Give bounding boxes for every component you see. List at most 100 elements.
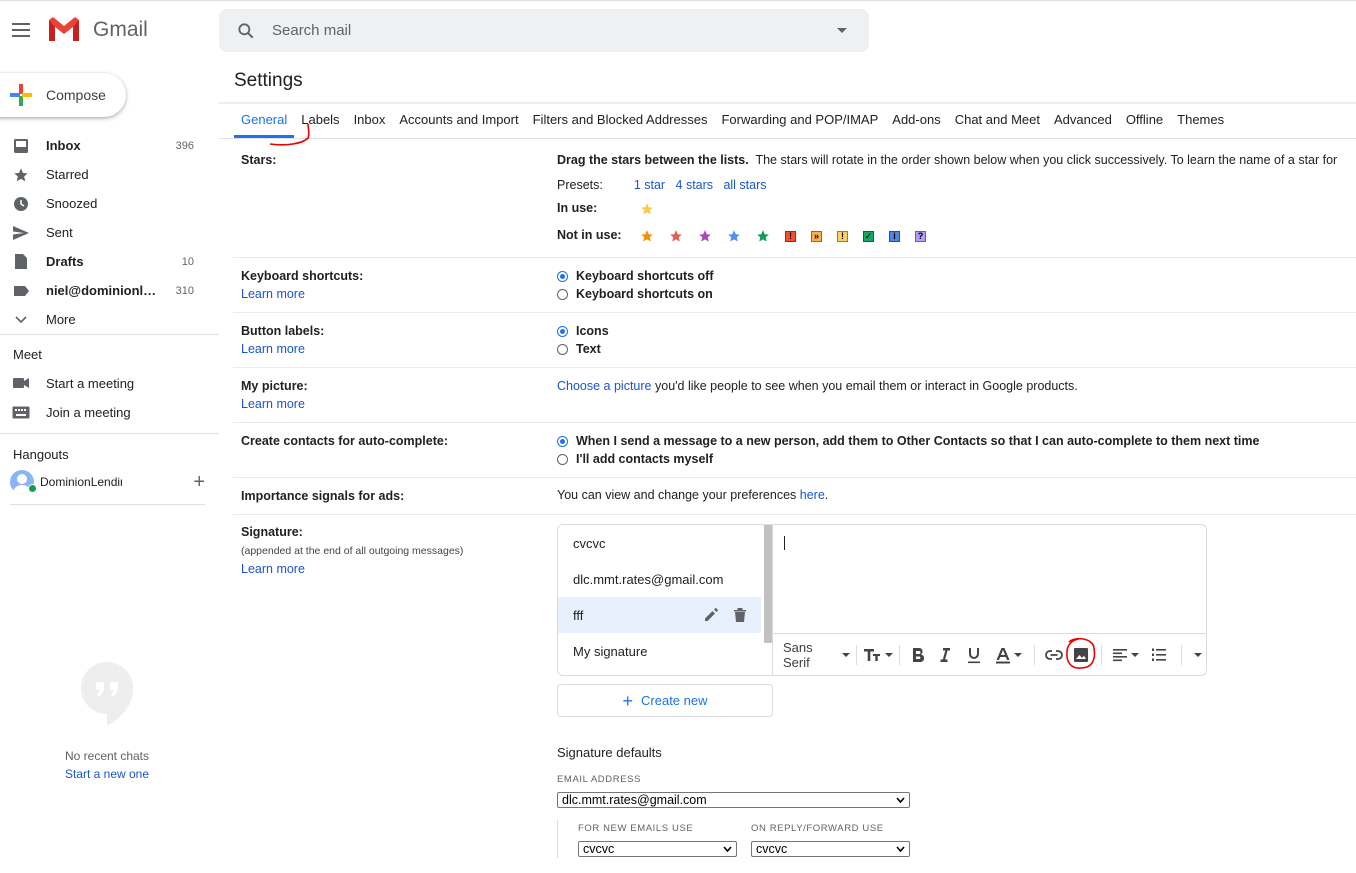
choose-picture-link[interactable]: Choose a picture xyxy=(557,379,652,393)
purple-question-icon[interactable]: ? xyxy=(915,230,926,242)
delete-trash-icon[interactable] xyxy=(733,607,747,623)
signature-item-selected[interactable]: fff xyxy=(558,597,761,633)
tab-offline[interactable]: Offline xyxy=(1119,104,1170,138)
my-picture-row: My picture: Learn more Choose a picture … xyxy=(233,368,1356,423)
sidebar-item-snoozed[interactable]: Snoozed xyxy=(0,189,219,218)
signature-item[interactable]: My signature xyxy=(558,633,761,669)
chat-bubble-icon xyxy=(81,662,133,726)
keyboard-shortcuts-off-radio[interactable]: Keyboard shortcuts off xyxy=(557,267,714,285)
app-name: Gmail xyxy=(93,17,148,41)
sidebar-item-label-niel[interactable]: niel@dominionlen... 310 xyxy=(0,276,219,305)
sidebar-item-inbox[interactable]: Inbox 396 xyxy=(0,131,219,160)
bold-button[interactable] xyxy=(911,647,925,663)
underline-button[interactable] xyxy=(967,647,981,664)
manual-contacts-radio[interactable]: I'll add contacts myself xyxy=(557,450,1259,468)
edit-pencil-icon[interactable] xyxy=(703,607,719,623)
stars-setting-row: Stars: Drag the stars between the lists.… xyxy=(233,139,1356,258)
tab-general[interactable]: General xyxy=(234,104,295,138)
green-star-icon[interactable] xyxy=(756,229,770,243)
search-options-icon[interactable] xyxy=(837,28,847,33)
italic-button[interactable] xyxy=(939,647,951,663)
toolbar-separator xyxy=(1101,645,1103,665)
preset-all-stars-link[interactable]: all stars xyxy=(723,178,766,192)
compose-label: Compose xyxy=(46,87,106,103)
yellow-star-icon[interactable] xyxy=(640,202,654,216)
dropdown-caret-icon xyxy=(1014,653,1023,657)
sidebar-item-starred[interactable]: Starred xyxy=(0,160,219,189)
create-new-signature-button[interactable]: + Create new xyxy=(557,684,773,717)
preset-1-star-link[interactable]: 1 star xyxy=(634,178,665,192)
in-use-label: In use: xyxy=(557,201,598,215)
tab-advanced[interactable]: Advanced xyxy=(1047,104,1119,138)
compose-button[interactable]: Compose xyxy=(0,73,126,117)
hangouts-user[interactable]: DominionLendir + xyxy=(10,468,205,496)
start-new-chat-link[interactable]: Start a new one xyxy=(57,767,157,781)
tab-chat-and-meet[interactable]: Chat and Meet xyxy=(948,104,1047,138)
orange-star-icon[interactable] xyxy=(640,229,654,243)
numbered-list-button[interactable] xyxy=(1151,647,1167,663)
tab-themes[interactable]: Themes xyxy=(1170,104,1231,138)
sidebar-item-more[interactable]: More xyxy=(0,305,219,334)
preferences-here-link[interactable]: here xyxy=(800,488,825,502)
dropdown-caret-icon xyxy=(1131,653,1140,657)
red-star-icon[interactable] xyxy=(669,229,683,243)
scrollbar[interactable] xyxy=(764,525,772,643)
tab-filters[interactable]: Filters and Blocked Addresses xyxy=(526,104,715,138)
join-meeting-button[interactable]: Join a meeting xyxy=(0,398,219,426)
stars-presets: Presets: 1 star 4 stars all stars xyxy=(557,178,767,192)
sidebar-item-drafts[interactable]: Drafts 10 xyxy=(0,247,219,276)
yellow-bang-icon[interactable]: ! xyxy=(837,230,848,242)
tab-accounts-and-import[interactable]: Accounts and Import xyxy=(392,104,525,138)
orange-guillemet-icon[interactable]: » xyxy=(811,230,822,242)
learn-more-link[interactable]: Learn more xyxy=(241,397,305,411)
auto-add-contacts-radio[interactable]: When I send a message to a new person, a… xyxy=(557,432,1259,450)
insert-link-button[interactable] xyxy=(1045,650,1064,660)
keyboard-shortcuts-on-radio[interactable]: Keyboard shortcuts on xyxy=(557,285,714,303)
tab-add-ons[interactable]: Add-ons xyxy=(885,104,947,138)
more-formatting-button[interactable] xyxy=(1192,653,1203,657)
contacts-options: When I send a message to a new person, a… xyxy=(557,432,1259,468)
search-bar[interactable]: Search mail xyxy=(219,9,869,52)
sidebar-item-sent[interactable]: Sent xyxy=(0,218,219,247)
learn-more-link[interactable]: Learn more xyxy=(241,562,305,576)
red-bang-icon[interactable]: ! xyxy=(785,230,796,242)
email-address-select[interactable]: dlc.mmt.rates@gmail.com xyxy=(557,792,910,808)
text-size-button[interactable] xyxy=(863,647,893,663)
sidebar-divider xyxy=(0,433,219,434)
defaults-indent-line xyxy=(557,820,558,858)
toolbar-separator xyxy=(1034,645,1036,665)
tab-labels[interactable]: Labels xyxy=(294,104,346,138)
green-check-icon[interactable]: ✓ xyxy=(863,230,874,242)
learn-more-link[interactable]: Learn more xyxy=(241,287,305,301)
preset-4-stars-link[interactable]: 4 stars xyxy=(676,178,714,192)
search-icon[interactable] xyxy=(236,21,256,41)
blue-star-icon[interactable] xyxy=(727,229,741,243)
icons-radio[interactable]: Icons xyxy=(557,322,609,340)
reply-forward-signature-select[interactable]: cvcvc xyxy=(751,841,910,857)
search-input[interactable]: Search mail xyxy=(272,22,837,39)
tab-forwarding[interactable]: Forwarding and POP/IMAP xyxy=(714,104,885,138)
tab-inbox[interactable]: Inbox xyxy=(347,104,393,138)
new-emails-signature-select[interactable]: cvcvc xyxy=(578,841,737,857)
no-chats-panel: No recent chats Start a new one xyxy=(57,660,157,781)
start-meeting-button[interactable]: Start a meeting xyxy=(0,369,219,397)
presets-label: Presets: xyxy=(557,178,603,192)
main-menu-icon[interactable] xyxy=(12,23,30,37)
purple-star-icon[interactable] xyxy=(698,229,712,243)
blue-info-icon[interactable]: i xyxy=(889,230,900,242)
new-chat-plus-icon[interactable]: + xyxy=(193,471,205,494)
period: . xyxy=(824,488,829,502)
signature-editor[interactable]: Sans Serif xyxy=(773,524,1207,676)
align-button[interactable] xyxy=(1112,648,1140,662)
radio-unselected xyxy=(557,453,568,465)
text-color-button[interactable] xyxy=(995,647,1023,664)
learn-more-link[interactable]: Learn more xyxy=(241,342,305,356)
signature-item[interactable]: cvcvc xyxy=(558,525,761,561)
text-radio[interactable]: Text xyxy=(557,340,609,358)
gmail-logo[interactable]: Gmail xyxy=(47,16,148,43)
my-picture-label: My picture: xyxy=(241,379,308,393)
font-family-dropdown[interactable]: Sans Serif xyxy=(783,640,850,670)
signature-item[interactable]: dlc.mmt.rates@gmail.com xyxy=(558,561,761,597)
select-arrow-icon xyxy=(723,846,732,853)
insert-image-button[interactable] xyxy=(1066,637,1096,669)
